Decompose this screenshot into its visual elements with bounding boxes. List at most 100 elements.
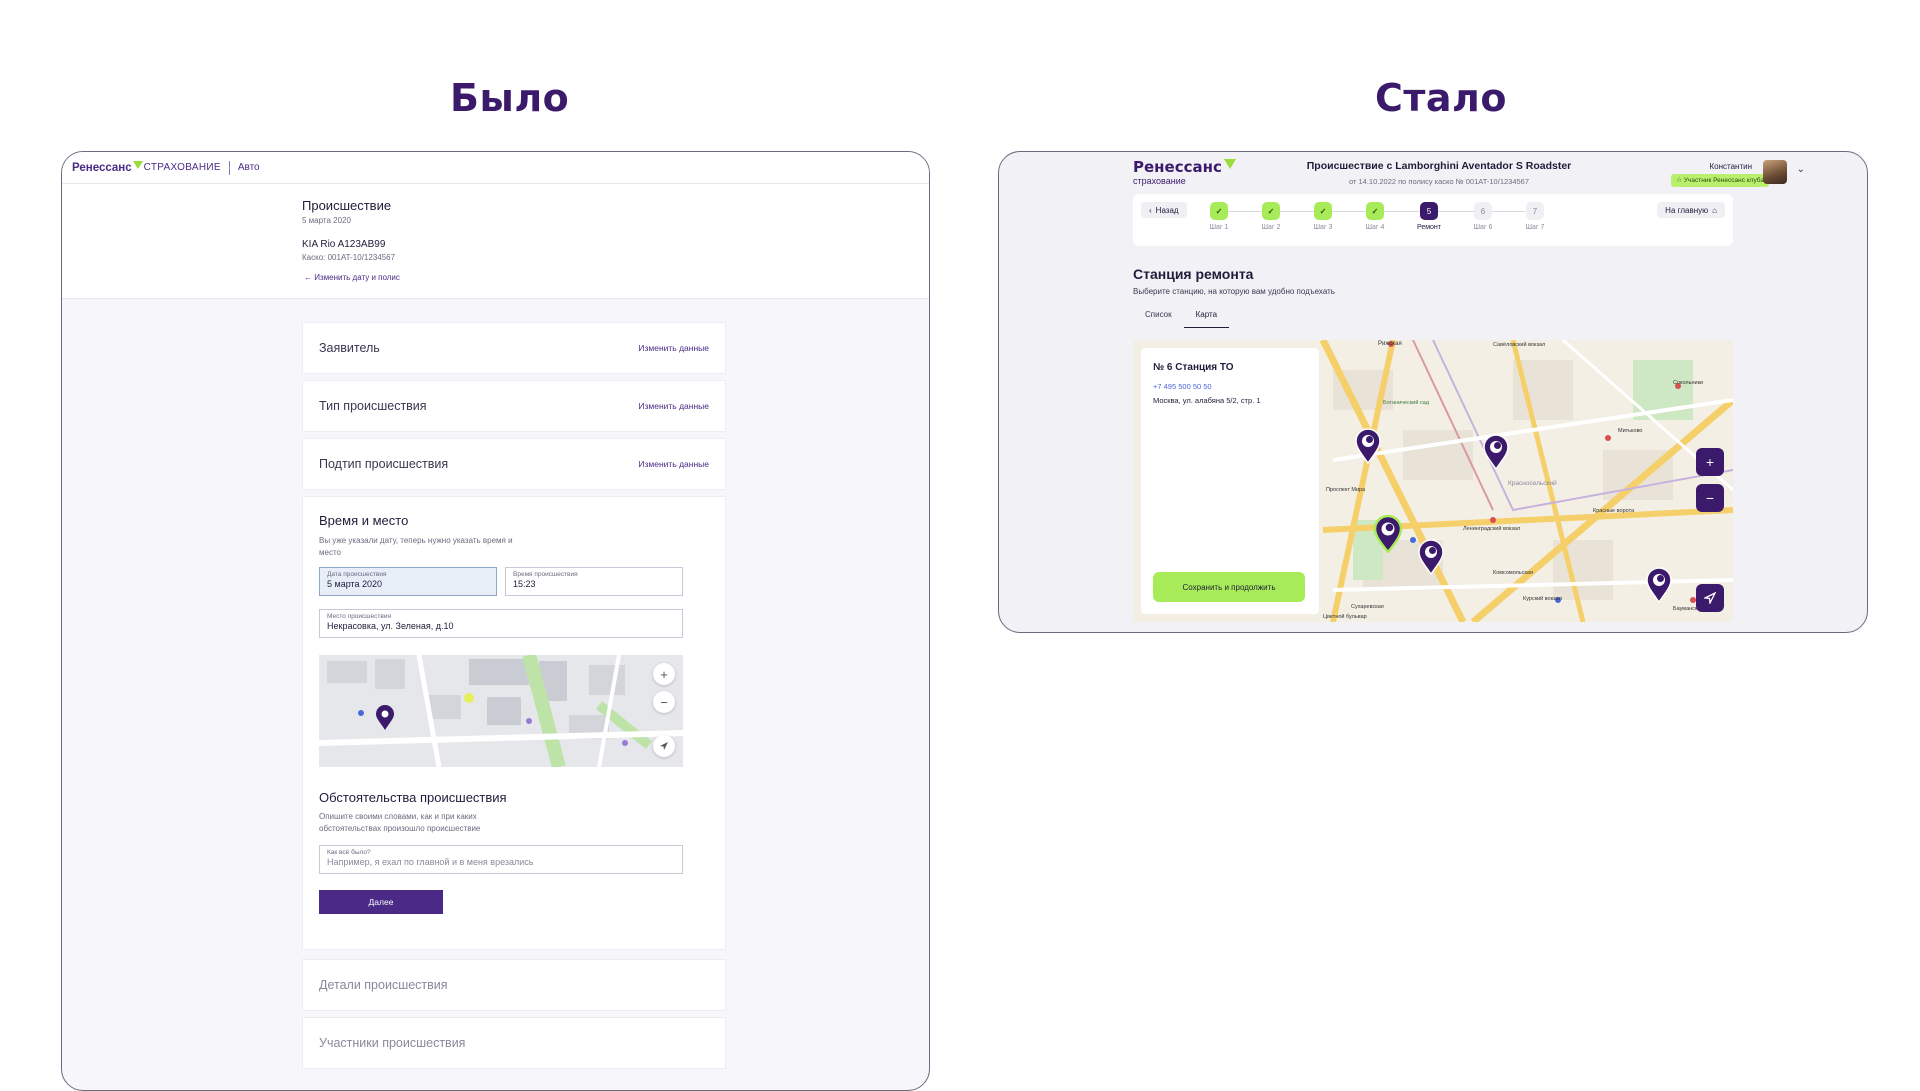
check-icon: ✓ (1210, 202, 1228, 220)
logo-triangle-icon (132, 161, 143, 169)
station-phone-link[interactable]: +7 495 500 50 50 (1153, 382, 1212, 391)
step-1[interactable]: ✓ Шаг 1 (1199, 202, 1239, 231)
step-number: 5 (1420, 202, 1438, 220)
user-name[interactable]: Константин (1709, 162, 1752, 171)
map-label: Комсомольская (1493, 570, 1534, 576)
step-6[interactable]: 6 Шаг 6 (1463, 202, 1503, 231)
step-3[interactable]: ✓ Шаг 3 (1303, 202, 1343, 231)
header-divider (228, 160, 230, 175)
time-place-title: Время и место (319, 513, 409, 528)
section-label: Тип происшествия (319, 399, 427, 413)
car-name: KIA Rio A123AB99 (302, 239, 386, 250)
zoom-out-button[interactable]: − (653, 691, 675, 713)
edit-data-link[interactable]: Изменить данные (638, 459, 709, 469)
step-number: 6 (1474, 202, 1492, 220)
before-heading: Было (450, 76, 570, 120)
logo-subtitle: СТРАХОВАНИЕ (143, 162, 221, 173)
section-label: Заявитель (319, 341, 380, 355)
map-label: Красносельский (1508, 480, 1557, 487)
incident-summary: Происшествие 5 марта 2020 KIA Rio A123AB… (62, 184, 929, 299)
field-label: Дата происшествия (327, 571, 387, 578)
tab-map[interactable]: Карта (1183, 304, 1230, 328)
place-field[interactable]: Место происшествия Некрасовка, ул. Зелен… (319, 609, 683, 638)
field-value: Некрасовка, ул. Зеленая, д.10 (327, 621, 454, 631)
section-applicant[interactable]: Заявитель Изменить данные (302, 322, 726, 374)
step-4[interactable]: ✓ Шаг 4 (1355, 202, 1395, 231)
before-screen: Ренессанс СТРАХОВАНИЕ Авто Происшествие … (61, 151, 930, 1091)
step-2[interactable]: ✓ Шаг 2 (1251, 202, 1291, 231)
zoom-in-button[interactable]: + (1696, 448, 1724, 476)
incident-date: 5 марта 2020 (302, 216, 351, 225)
date-field[interactable]: Дата происшествия 5 марта 2020 (319, 567, 497, 596)
app-header: Ренессанс СТРАХОВАНИЕ Авто (62, 152, 929, 184)
circumstances-title: Обстоятельства происшествия (319, 790, 507, 805)
policy-number: Каско: 001AT-10/1234567 (302, 253, 396, 262)
field-label: Как всё было? (327, 849, 371, 856)
field-value: 5 марта 2020 (327, 579, 383, 589)
map-label: Савёловский вокзал (1493, 342, 1546, 348)
station-name: № 6 Станция ТО (1153, 362, 1234, 373)
section-incident-participants[interactable]: Участники происшествия (302, 1017, 726, 1069)
map-label: Сухаревская (1351, 604, 1384, 610)
tab-list[interactable]: Список (1133, 304, 1184, 328)
stations-map[interactable]: Рижская Красносельский Ленинградский вок… (1133, 340, 1733, 622)
location-pin-icon (376, 705, 394, 730)
field-value: 15:23 (513, 579, 536, 589)
view-tabs: Список Карта (1133, 304, 1230, 328)
check-icon: ✓ (1314, 202, 1332, 220)
map-label: Красные ворота (1593, 508, 1635, 514)
step-5[interactable]: 5 Ремонт (1409, 202, 1449, 231)
map-label: Цветной бульвар (1323, 614, 1367, 620)
logo[interactable]: Ренессанс страхование (1133, 158, 1236, 186)
map-label: Ботанический сад (1383, 400, 1429, 406)
map-label: Курский вокзал (1523, 596, 1562, 602)
avatar[interactable] (1763, 160, 1787, 184)
station-pin-icon[interactable] (1354, 428, 1382, 464)
logo[interactable]: Ренессанс (72, 161, 144, 174)
back-button[interactable]: ‹ Назад (1141, 202, 1187, 218)
map-label: Сокольники (1673, 380, 1704, 386)
station-pin-icon[interactable] (1417, 539, 1445, 575)
section-label: Подтип происшествия (319, 457, 449, 471)
star-icon: ☆ (1676, 177, 1684, 184)
chevron-down-icon[interactable]: ⌄ (1797, 164, 1805, 175)
time-field[interactable]: Время происшествия 15:23 (505, 567, 683, 596)
edit-data-link[interactable]: Изменить данные (638, 343, 709, 353)
navigation-arrow-icon (660, 742, 668, 750)
station-pin-icon[interactable] (1482, 434, 1510, 470)
step-7[interactable]: 7 Шаг 7 (1515, 202, 1555, 231)
incident-title: Происшествие (302, 198, 392, 213)
location-map[interactable]: + − (319, 655, 683, 767)
club-badge: ☆ Участник Ренессанс клуба (1671, 174, 1769, 187)
locate-me-button[interactable] (1696, 584, 1724, 612)
how-it-happened-field[interactable]: Как всё было? Например, я ехал по главно… (319, 845, 683, 874)
after-screen: Ренессанс страхование Происшествие с Lam… (998, 151, 1868, 633)
check-icon: ✓ (1262, 202, 1280, 220)
station-pin-icon[interactable] (1645, 567, 1673, 603)
edit-data-link[interactable]: Изменить данные (638, 401, 709, 411)
next-button[interactable]: Далее (319, 890, 443, 914)
map-label: Рижская (1378, 341, 1402, 347)
change-date-policy-link[interactable]: ← Изменить дату и полис (304, 273, 400, 282)
home-icon: ⌂ (1712, 205, 1717, 215)
selected-station-pin-icon[interactable] (1373, 515, 1403, 553)
page-description: Выберите станцию, на которую вам удобно … (1133, 287, 1335, 296)
section-incident-subtype[interactable]: Подтип происшествия Изменить данные (302, 438, 726, 490)
field-label: Время происшествия (513, 571, 578, 578)
zoom-out-button[interactable]: − (1696, 484, 1724, 512)
save-and-continue-button[interactable]: Сохранить и продолжить (1153, 572, 1305, 602)
navigation-arrow-icon (1704, 592, 1716, 604)
page-header-subtitle: от 14.10.2022 по полису каско № 001AT-10… (1348, 177, 1530, 186)
field-label: Место происшествия (327, 613, 391, 620)
section-incident-type[interactable]: Тип происшествия Изменить данные (302, 380, 726, 432)
zoom-in-button[interactable]: + (653, 663, 675, 685)
logo-triangle-icon (1223, 159, 1236, 169)
progress-stepper: ‹ Назад ✓ Шаг 1 ✓ Шаг 2 ✓ Шаг 3 ✓ Шаг 4 5 Ремо… (1133, 194, 1733, 246)
section-name: Авто (237, 162, 260, 173)
circumstances-description: Опишите своими словами, как и при каких … (319, 812, 481, 833)
station-card: № 6 Станция ТО +7 495 500 50 50 Москва, … (1141, 348, 1319, 614)
section-label: Детали происшествия (319, 978, 448, 992)
home-button[interactable]: На главную ⌂ (1657, 202, 1725, 218)
section-incident-details[interactable]: Детали происшествия (302, 959, 726, 1011)
locate-me-button[interactable] (653, 735, 675, 757)
